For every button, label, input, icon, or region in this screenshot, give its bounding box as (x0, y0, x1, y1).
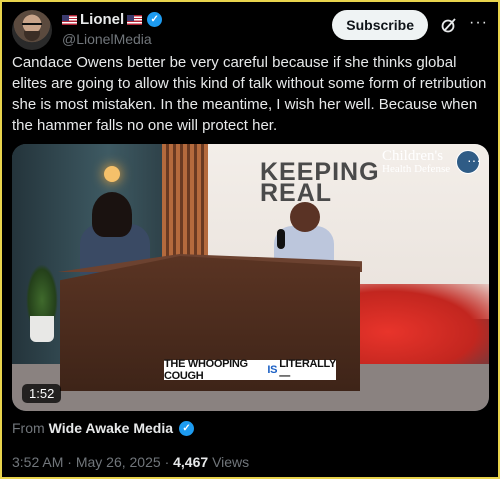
video-more-icon[interactable]: ··· (467, 152, 481, 168)
backdrop-title-line2: REAL (260, 179, 333, 207)
plant-pot (30, 316, 54, 342)
source-prefix: From (12, 420, 45, 436)
caption-text-before: THE WHOOPING COUGH (164, 358, 248, 382)
author-name-row[interactable]: Lionel ✓ (62, 10, 163, 29)
lamp-light (104, 166, 120, 182)
avatar-glasses (22, 23, 42, 30)
avatar[interactable] (12, 10, 52, 50)
host-head (290, 202, 320, 232)
author-display-name[interactable]: Lionel (80, 10, 124, 29)
grok-icon[interactable] (440, 16, 458, 34)
author-handle[interactable]: @LionelMedia (62, 30, 162, 49)
tweet-meta: 3:52 AM · May 26, 2025 · 4,467 Views (12, 454, 249, 470)
video-player[interactable]: KEEPING REAL Children's Health Defense ·… (12, 144, 489, 411)
subscribe-button[interactable]: Subscribe (332, 10, 428, 40)
meta-separator: · (67, 454, 72, 470)
video-caption: THE WHOOPING COUGH IS LITERALLY— (164, 358, 336, 382)
guest-head (92, 192, 132, 237)
more-options-icon[interactable]: ··· (469, 14, 488, 32)
backdrop-title: KEEPING REAL (260, 160, 380, 207)
caption-text-after: LITERALLY— (279, 358, 336, 382)
tweet-card: Lionel ✓ @LionelMedia Subscribe ··· Cand… (0, 0, 500, 479)
avatar-beard (24, 31, 40, 41)
us-flag-icon (127, 14, 143, 25)
verified-badge-icon: ✓ (179, 420, 195, 436)
tweet-date[interactable]: May 26, 2025 (76, 454, 161, 470)
us-flag-icon (62, 14, 77, 25)
video-source: From Wide Awake Media ✓ (12, 420, 195, 436)
author-block: Lionel ✓ @LionelMedia (62, 10, 163, 49)
tweet-time[interactable]: 3:52 AM (12, 454, 63, 470)
views-label: Views (212, 454, 250, 470)
microphone (277, 229, 285, 249)
meta-separator: · (164, 454, 170, 470)
plant (26, 264, 58, 324)
verified-badge-icon[interactable]: ✓ (147, 12, 163, 27)
caption-highlight: IS (267, 364, 278, 376)
tweet-text: Candace Owens better be very careful bec… (12, 54, 487, 134)
tweet-header: Lionel ✓ @LionelMedia Subscribe ··· (12, 10, 488, 50)
video-duration: 1:52 (22, 384, 62, 403)
views-count: 4,467 (173, 454, 209, 470)
source-name[interactable]: Wide Awake Media (49, 420, 173, 436)
